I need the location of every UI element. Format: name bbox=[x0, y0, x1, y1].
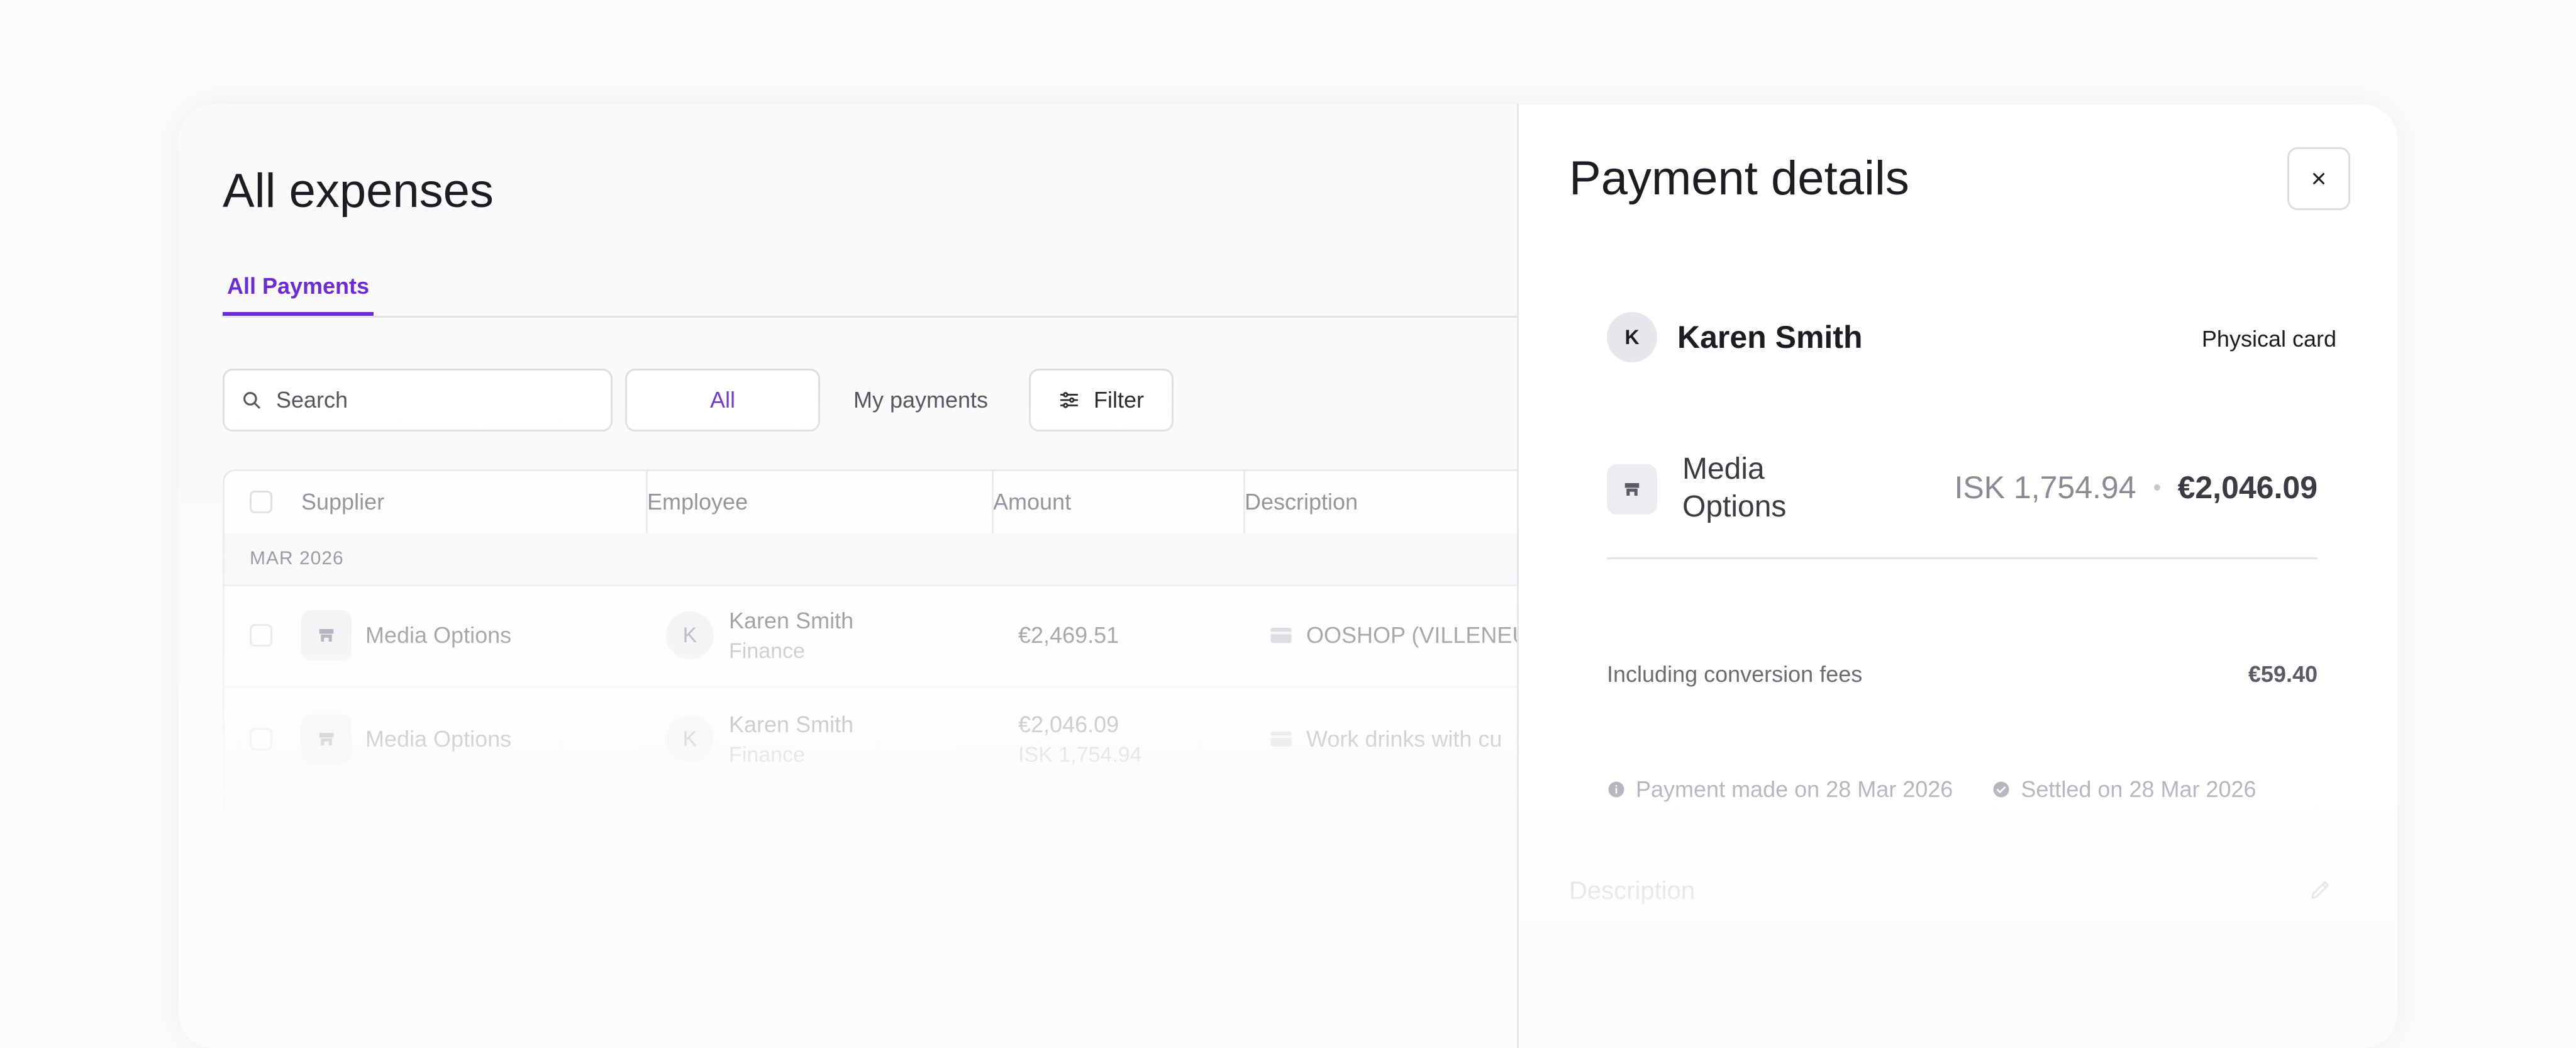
header-supplier[interactable]: Supplier bbox=[301, 471, 384, 533]
search-placeholder: Search bbox=[276, 387, 348, 413]
employee-department: Finance bbox=[729, 638, 805, 663]
merchant-summary: Media Options ISK 1,754.94 €2,046.09 bbox=[1607, 438, 2318, 559]
row-checkbox[interactable] bbox=[250, 688, 272, 790]
close-icon bbox=[2313, 173, 2324, 184]
close-button[interactable] bbox=[2287, 147, 2350, 210]
employee-name: Karen Smith bbox=[729, 607, 854, 633]
payment-made-date: Payment made on 28 Mar 2026 bbox=[1636, 776, 1953, 802]
pencil-icon[interactable] bbox=[2308, 877, 2333, 902]
tab-all-payments[interactable]: All Payments bbox=[223, 255, 374, 316]
bottom-fade-overlay bbox=[1519, 104, 2397, 1048]
credit-card-icon bbox=[1270, 732, 1292, 747]
search-input[interactable]: Search bbox=[223, 369, 613, 432]
row-checkbox[interactable] bbox=[250, 584, 272, 686]
table-row[interactable]: Media Options K Karen Smith Finance €2,0… bbox=[225, 688, 1541, 792]
sliders-icon bbox=[1060, 392, 1079, 408]
search-icon bbox=[243, 392, 260, 409]
employee-summary: K Karen Smith bbox=[1607, 312, 1863, 362]
month-group-header: MAR 2026 bbox=[225, 533, 1541, 586]
fees-value: €59.40 bbox=[2248, 661, 2318, 687]
employee-department: Finance bbox=[729, 742, 805, 767]
employee-name: Karen Smith bbox=[1677, 320, 1863, 355]
segment-all-button[interactable]: All bbox=[625, 369, 820, 432]
table-row[interactable]: Media Options K Karen Smith Finance €2,4… bbox=[225, 584, 1541, 688]
amount-value: €2,046.09 bbox=[1018, 711, 1119, 737]
settled-date: Settled on 28 Mar 2026 bbox=[2021, 776, 2257, 802]
payment-amount: €2,046.09 bbox=[2177, 470, 2318, 505]
panel-title: Payment details bbox=[1569, 152, 1909, 205]
fees-label: Including conversion fees bbox=[1607, 661, 1863, 687]
storefront-icon bbox=[301, 714, 352, 764]
header-description[interactable]: Description bbox=[1245, 471, 1358, 533]
merchant-name: Media Options bbox=[1682, 452, 1787, 523]
storefront-icon bbox=[1607, 464, 1657, 515]
supplier-name: Media Options bbox=[365, 622, 512, 648]
amount-original-currency: ISK 1,754.94 bbox=[1018, 742, 1142, 767]
amount-value: €2,469.51 bbox=[1018, 622, 1119, 648]
segment-my-payments-button[interactable]: My payments bbox=[820, 369, 1021, 432]
conversion-fees-row: Including conversion fees €59.40 bbox=[1607, 661, 2318, 688]
description-text: Work drinks with cu bbox=[1306, 726, 1502, 752]
separator-dot bbox=[2153, 484, 2160, 491]
card-type-label: Physical card bbox=[2201, 326, 2336, 352]
filter-label: Filter bbox=[1094, 387, 1144, 413]
tab-bar: All Payments bbox=[223, 255, 1517, 318]
description-text: OOSHOP (VILLENEU bbox=[1306, 622, 1529, 648]
employee-name: Karen Smith bbox=[729, 711, 854, 737]
avatar: K bbox=[666, 611, 714, 659]
table-header: Supplier Employee Amount Description bbox=[225, 471, 1541, 535]
month-group-label: MAR 2026 bbox=[250, 548, 344, 569]
credit-card-icon bbox=[1270, 628, 1292, 643]
avatar: K bbox=[1607, 312, 1657, 362]
description-label: Description bbox=[1569, 877, 1696, 905]
avatar: K bbox=[666, 715, 714, 763]
expenses-card: All expenses All Payments Search All My … bbox=[179, 104, 2397, 1048]
check-circle-icon bbox=[1993, 781, 2009, 798]
filter-button[interactable]: Filter bbox=[1029, 369, 1174, 432]
storefront-icon bbox=[301, 610, 352, 661]
header-amount[interactable]: Amount bbox=[993, 471, 1071, 533]
payment-meta: Payment made on 28 Mar 2026 Settled on 2… bbox=[1607, 776, 2257, 803]
page-title: All expenses bbox=[223, 164, 494, 218]
original-amount: ISK 1,754.94 bbox=[1954, 470, 2136, 505]
header-employee[interactable]: Employee bbox=[647, 471, 748, 533]
supplier-name: Media Options bbox=[365, 726, 512, 752]
expenses-table: Supplier Employee Amount Description MAR… bbox=[223, 469, 1543, 1035]
payment-details-panel: Payment details K Karen Smith Physical c… bbox=[1517, 104, 2397, 1048]
select-all-checkbox[interactable] bbox=[250, 471, 272, 533]
expenses-panel: All expenses All Payments Search All My … bbox=[179, 104, 1543, 1048]
info-icon bbox=[1608, 781, 1624, 798]
